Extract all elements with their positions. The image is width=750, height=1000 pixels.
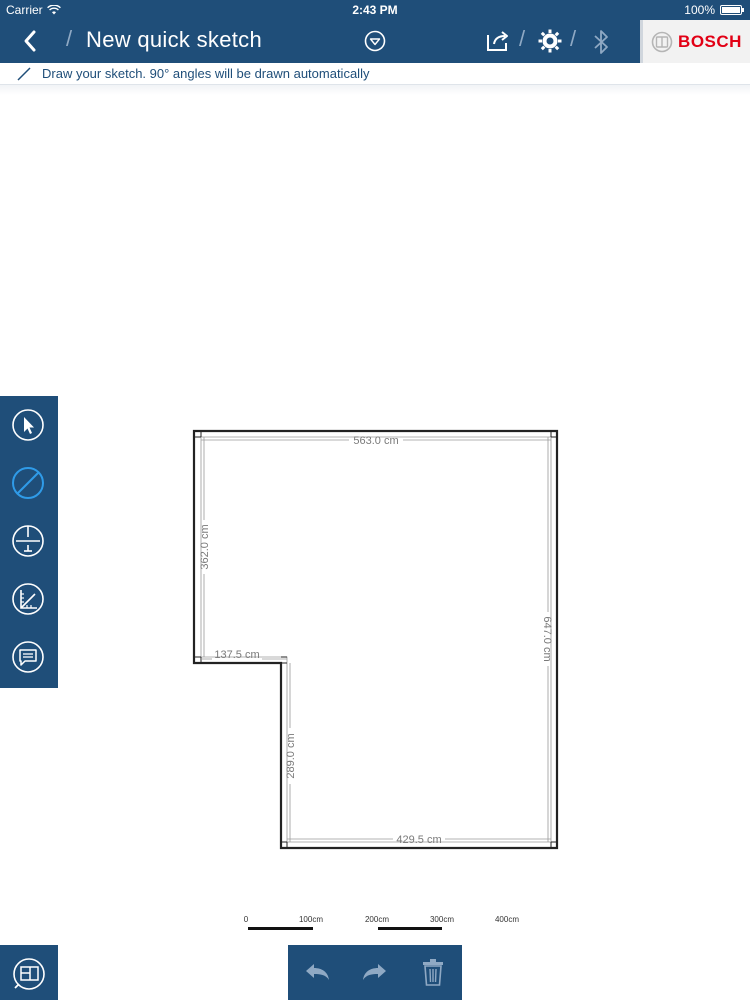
app-screen: Carrier 2:43 PM 100% / New quick sketch … — [0, 0, 750, 1000]
scale-segment — [378, 927, 442, 930]
edit-toolbar — [288, 945, 462, 1000]
scale-label-300: 300cm — [430, 915, 454, 924]
measure-point-icon — [12, 525, 44, 557]
redo-button[interactable] — [360, 959, 390, 987]
tool-palette — [0, 396, 58, 688]
dimension-step[interactable]: 137.5 cm — [201, 649, 287, 661]
sketch-canvas[interactable]: 563.0 cm 362.0 cm 137.5 cm 289.0 cm 429.… — [0, 0, 750, 1000]
floor-plan-icon — [13, 958, 45, 990]
dimension-left-lower-label: 289.0 cm — [285, 733, 297, 778]
scale-label-100: 100cm — [299, 915, 323, 924]
comment-tool-button[interactable] — [11, 640, 45, 674]
measure-point-tool-button[interactable] — [11, 524, 45, 558]
dimension-left-upper-label: 362.0 cm — [199, 524, 211, 569]
comment-icon — [12, 641, 44, 673]
pointer-icon — [12, 409, 44, 441]
scale-bar: 0 100cm 200cm 300cm 400cm — [244, 915, 519, 930]
line-draw-icon — [12, 467, 44, 499]
scale-label-200: 200cm — [365, 915, 389, 924]
scale-label-0: 0 — [244, 915, 249, 924]
delete-button[interactable] — [420, 957, 446, 987]
scale-label-400: 400cm — [495, 915, 519, 924]
trash-icon — [423, 959, 443, 986]
floor-plan-button[interactable] — [0, 945, 58, 1000]
scale-segment — [248, 927, 313, 930]
dimension-right-label: 647.0 cm — [541, 616, 553, 661]
angle-tool-button[interactable] — [11, 582, 45, 616]
undo-button[interactable] — [302, 959, 332, 987]
dimension-step-label: 137.5 cm — [214, 649, 259, 661]
corner-ticks — [194, 431, 557, 848]
undo-icon — [306, 964, 329, 980]
room-inner-outline — [200, 436, 552, 843]
dimension-top-label: 563.0 cm — [353, 435, 398, 447]
room-outline — [192, 429, 559, 850]
select-tool-button[interactable] — [11, 408, 45, 442]
draw-line-tool-button[interactable] — [11, 466, 45, 500]
angle-ruler-icon — [12, 583, 44, 615]
dimension-bottom-label: 429.5 cm — [396, 834, 441, 846]
dimension-bottom[interactable]: 429.5 cm — [287, 834, 551, 846]
redo-icon — [363, 964, 386, 980]
